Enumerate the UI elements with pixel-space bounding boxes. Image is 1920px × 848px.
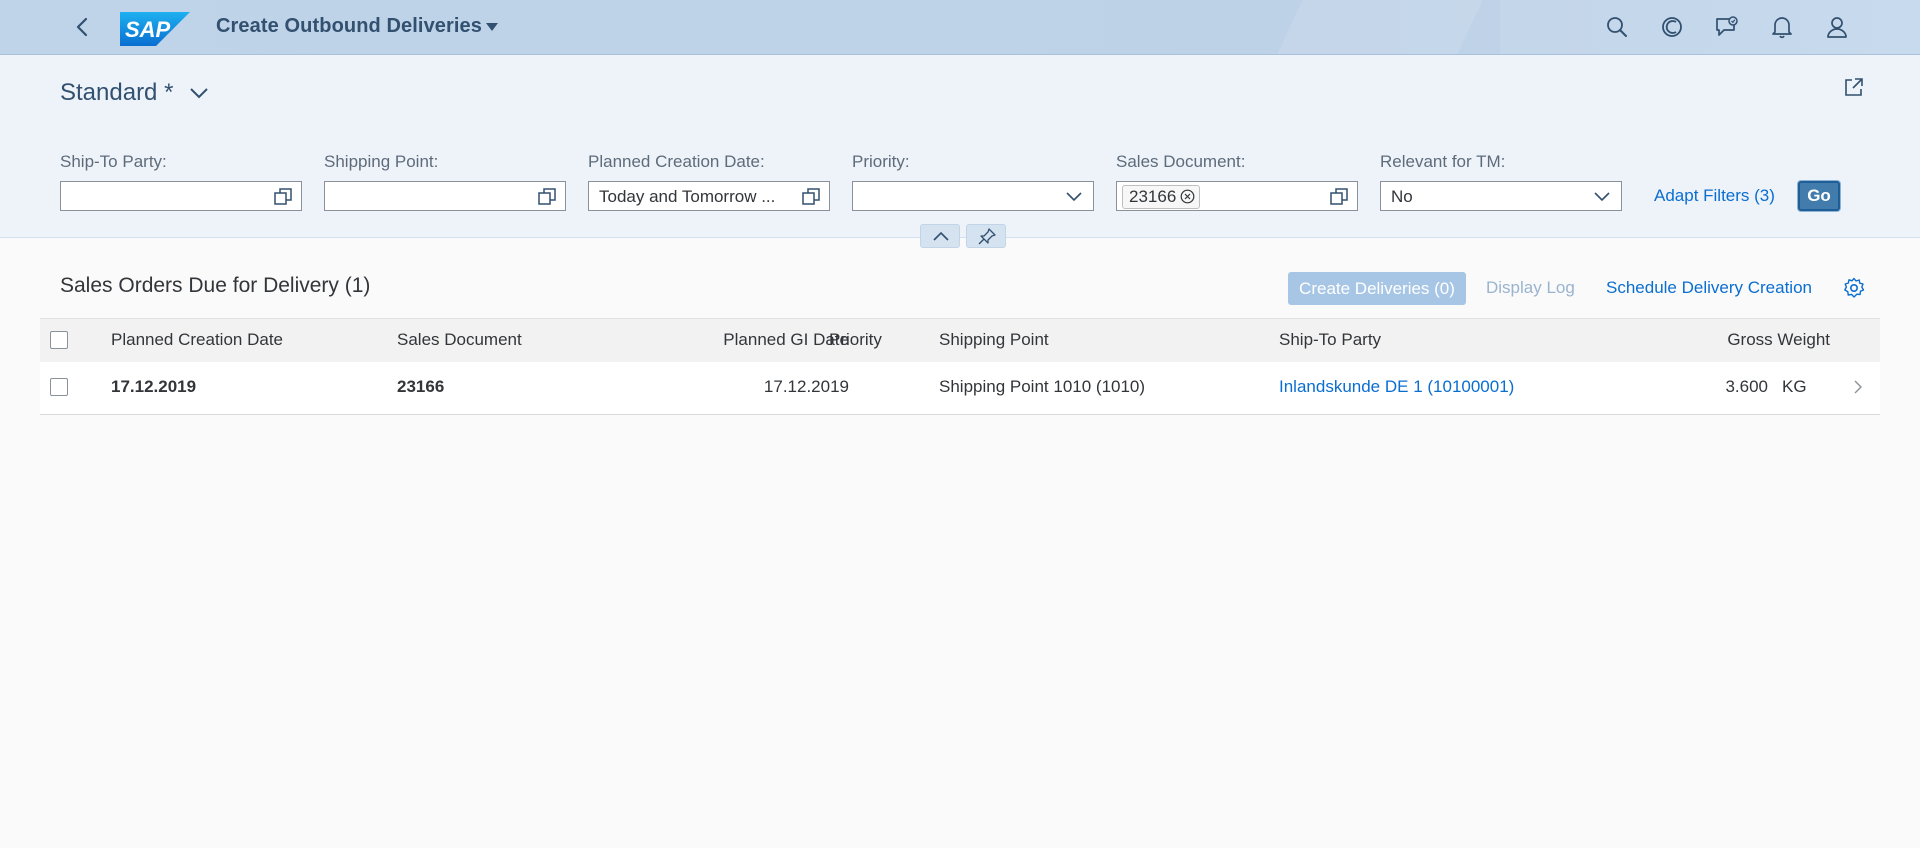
collapse-header-button[interactable] [920, 224, 960, 248]
value-help-icon[interactable] [537, 187, 557, 207]
shipping-point-field[interactable] [324, 181, 566, 211]
sales-document-label: Sales Document: [1116, 152, 1246, 171]
sales-document-field[interactable]: 23166 [1116, 181, 1358, 211]
row-checkbox[interactable] [50, 378, 68, 396]
feedback-icon[interactable] [1714, 14, 1740, 40]
chevron-down-icon[interactable] [1065, 189, 1083, 205]
sap-logo[interactable]: SAP [120, 12, 190, 46]
planned-creation-date-field[interactable]: Today and Tomorrow ... [588, 181, 830, 211]
column-header-ship-to-party[interactable]: Ship-To Party [1279, 330, 1381, 350]
value-help-icon[interactable] [801, 187, 821, 207]
remove-token-icon[interactable] [1180, 189, 1195, 204]
column-header-planned-creation-date[interactable]: Planned Creation Date [111, 330, 283, 350]
table-header: Planned Creation Date Sales Document Pla… [40, 318, 1880, 364]
cell-gross-weight: 3.600 [1725, 377, 1768, 396]
column-header-priority[interactable]: Priority [829, 330, 882, 350]
search-icon[interactable] [1604, 14, 1630, 40]
chevron-down-icon[interactable] [1593, 189, 1611, 205]
shell-bar: SAP Create Outbound Deliveries [0, 0, 1920, 55]
app-title[interactable]: Create Outbound Deliveries [216, 15, 482, 38]
cell-shipping-point: Shipping Point 1010 (1010) [939, 377, 1146, 396]
column-header-gross-weight[interactable]: Gross Weight [1727, 330, 1830, 350]
sales-document-token[interactable]: 23166 [1122, 185, 1201, 209]
shipping-point-label: Shipping Point: [324, 152, 439, 171]
user-icon[interactable] [1824, 14, 1850, 40]
go-button[interactable]: Go [1798, 181, 1840, 211]
copilot-icon[interactable] [1659, 14, 1685, 40]
ship-to-party-field[interactable] [60, 181, 302, 211]
value-help-icon[interactable] [1329, 187, 1349, 207]
column-header-sales-document[interactable]: Sales Document [397, 330, 522, 350]
settings-icon[interactable] [1843, 277, 1865, 299]
priority-select[interactable] [852, 181, 1094, 211]
planned-creation-date-value: Today and Tomorrow ... [599, 187, 776, 206]
cell-weight-unit: KG [1782, 377, 1807, 396]
shell-decoration [1277, 0, 1483, 54]
pin-icon [978, 228, 996, 245]
cell-planned-gi-date: 17.12.2019 [763, 377, 849, 396]
value-help-icon[interactable] [273, 187, 293, 207]
adapt-filters-button[interactable]: Adapt Filters (3) [1654, 186, 1775, 206]
pin-header-button[interactable] [966, 224, 1006, 248]
relevant-for-tm-label: Relevant for TM: [1380, 152, 1506, 171]
display-log-button[interactable]: Display Log [1486, 278, 1575, 298]
select-all-checkbox[interactable] [50, 331, 68, 349]
filter-header: Standard * Ship-To Party: Shipping Point… [0, 55, 1920, 238]
caret-down-icon[interactable] [486, 22, 498, 32]
chevron-down-icon[interactable] [188, 82, 210, 104]
table-title: Sales Orders Due for Delivery (1) [60, 274, 371, 297]
planned-creation-date-label: Planned Creation Date: [588, 152, 765, 171]
shell-decoration [1500, 0, 1920, 54]
navigation-chevron-icon[interactable] [1851, 378, 1865, 396]
cell-planned-creation-date: 17.12.2019 [111, 377, 197, 396]
ship-to-party-link[interactable]: Inlandskunde DE 1 (10100001) [1279, 377, 1514, 397]
back-icon[interactable] [70, 14, 96, 40]
token-text: 23166 [1129, 187, 1177, 206]
notifications-icon[interactable] [1769, 14, 1795, 40]
column-header-shipping-point[interactable]: Shipping Point [939, 330, 1049, 350]
chevron-up-icon [933, 231, 949, 241]
table-row[interactable]: 17.12.2019 23166 17.12.2019 Shipping Poi… [40, 362, 1880, 415]
relevant-for-tm-select[interactable]: No [1380, 181, 1622, 211]
share-icon[interactable] [1842, 75, 1866, 99]
variant-name[interactable]: Standard * [60, 79, 173, 107]
priority-label: Priority: [852, 152, 910, 171]
schedule-delivery-creation-button[interactable]: Schedule Delivery Creation [1606, 278, 1812, 298]
create-deliveries-button[interactable]: Create Deliveries (0) [1288, 272, 1466, 305]
cell-sales-document: 23166 [397, 377, 445, 396]
relevant-for-tm-value: No [1391, 187, 1413, 206]
svg-text:SAP: SAP [125, 17, 171, 42]
ship-to-party-label: Ship-To Party: [60, 152, 167, 171]
